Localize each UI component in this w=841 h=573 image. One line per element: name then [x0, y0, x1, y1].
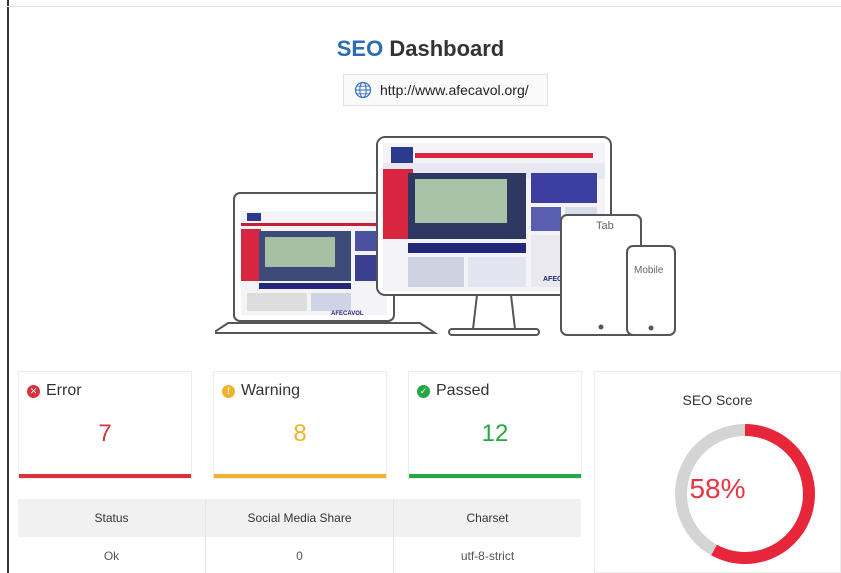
laptop-site-name: AFECAVOL [331, 311, 364, 317]
passed-card[interactable]: ✓ Passed 12 [408, 371, 582, 479]
error-bar [19, 474, 191, 478]
error-card-header: ✕ Error [27, 382, 82, 400]
device-mockup-preview: AFECAVOL AFECAVOL Tab Mobile [215, 136, 676, 336]
error-count: 7 [98, 420, 112, 447]
window-left-border [7, 0, 9, 573]
table-header-status: Status [18, 499, 206, 537]
table-cell-status: Ok [18, 537, 206, 573]
warning-card[interactable]: ! Warning 8 [213, 371, 387, 479]
page-title: SEO Dashboard [0, 36, 841, 62]
passed-bar [409, 474, 581, 478]
seo-score-card: SEO Score 58% [594, 371, 841, 573]
seo-score-value: 58% [689, 473, 746, 504]
error-label: Error [46, 382, 82, 399]
table-row: Ok 0 utf-8-strict [18, 537, 581, 573]
passed-count: 12 [481, 420, 509, 447]
x-circle-icon: ✕ [27, 384, 40, 398]
table-header-charset: Charset [466, 511, 509, 525]
warning-label: Warning [241, 382, 300, 399]
title-accent: SEO [336, 36, 384, 61]
table-cell-social-share: 0 [206, 537, 394, 573]
site-info-table: Status Social Media Share Charset Ok 0 u… [18, 499, 581, 573]
passed-label: Passed [436, 382, 490, 399]
passed-card-header: ✓ Passed [417, 382, 489, 400]
mobile-device: Mobile [626, 245, 676, 336]
table-header-row: Status Social Media Share Charset [18, 499, 581, 537]
mobile-placeholder: Mobile [634, 265, 664, 276]
table-cell-charset: utf-8-strict [460, 548, 515, 563]
seo-score-label: SEO Score [682, 392, 753, 408]
exclamation-circle-icon: ! [222, 384, 235, 398]
error-card[interactable]: ✕ Error 7 [18, 371, 192, 479]
title-rest: Dashboard [383, 36, 505, 61]
warning-count: 8 [293, 420, 307, 447]
window-top-border [7, 6, 841, 7]
warning-bar [214, 474, 386, 478]
table-header-social-share: Social Media Share [206, 499, 394, 537]
tablet-placeholder: Tab [596, 220, 614, 232]
check-circle-icon: ✓ [417, 384, 430, 398]
globe-icon [354, 81, 372, 99]
url-text: http://www.afecavol.org/ [380, 82, 529, 98]
url-display[interactable]: http://www.afecavol.org/ [343, 74, 548, 106]
warning-card-header: ! Warning [222, 382, 300, 400]
